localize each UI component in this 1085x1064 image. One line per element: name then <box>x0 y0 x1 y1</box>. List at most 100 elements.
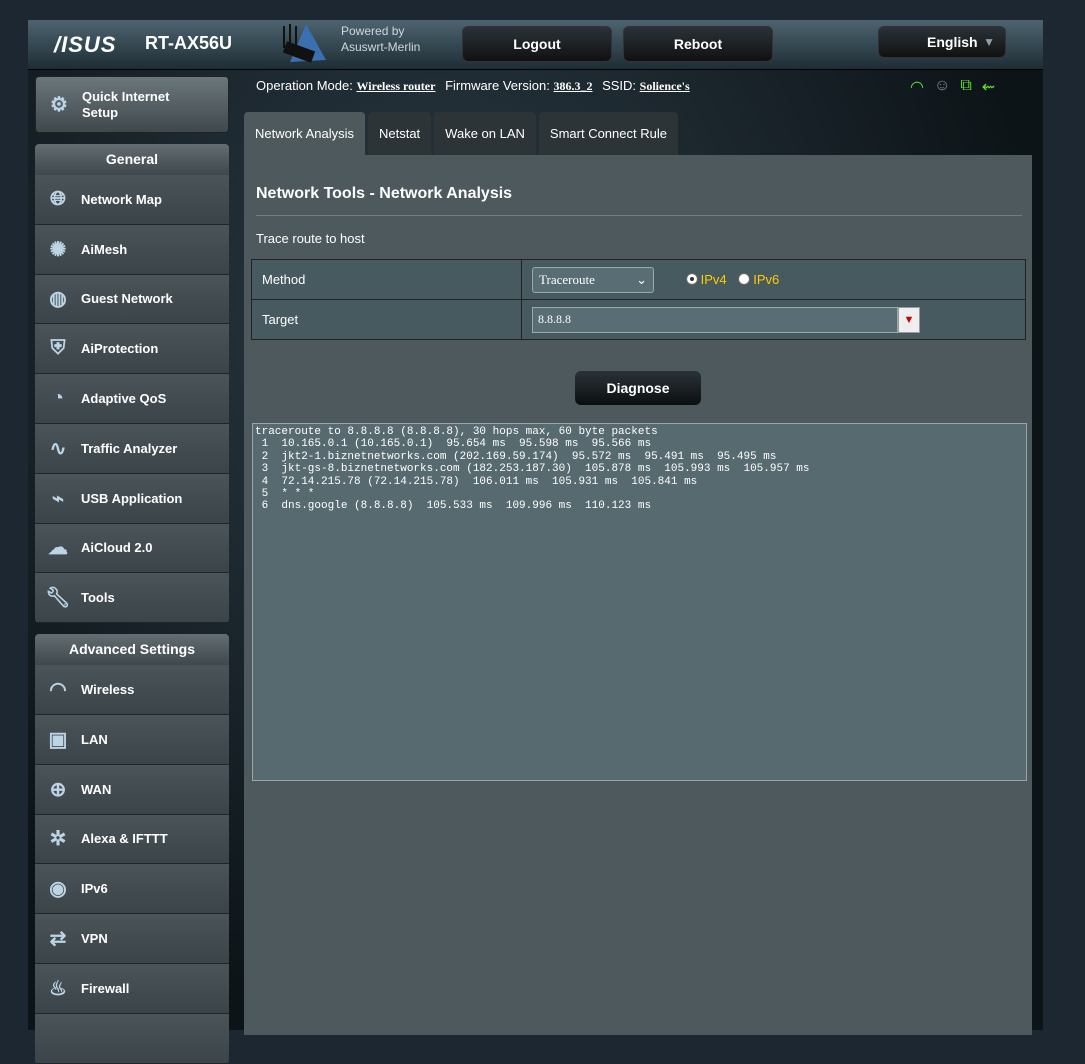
tab-netstat[interactable]: Netstat <box>367 112 432 155</box>
sidebar-item-traffic-analyzer[interactable]: ∿ Traffic Analyzer <box>35 423 229 474</box>
label: Wireless <box>81 682 135 698</box>
label: Firewall <box>81 980 130 996</box>
usb-drive-icon: ⌁ <box>51 487 65 510</box>
sidebar-item-vpn[interactable]: ⇄ VPN <box>35 914 229 964</box>
powered-by: Powered by Asuswrt-Merlin <box>341 23 420 55</box>
ipv6-label: IPv6 <box>753 271 780 287</box>
sidebar-item-adaptive-qos[interactable]: ◔ Adaptive QoS <box>35 374 229 424</box>
wifi-icon[interactable]: ◠ <box>910 77 924 97</box>
general-heading: General <box>35 144 229 175</box>
status-icons: ◠ ☺ ⧉ ⇜ <box>910 77 995 97</box>
label: LAN <box>81 731 108 747</box>
label: Network Map <box>81 191 162 207</box>
model-name: RT-AX56U <box>145 33 233 53</box>
globe-icon: 🌐︎ <box>50 187 66 210</box>
quick-setup-label: Quick Internet Setup <box>82 88 170 120</box>
gauge-icon: ◔ <box>51 387 65 410</box>
guest-globe-icon: ◍ <box>49 288 67 311</box>
label: VPN <box>81 931 108 947</box>
language-select[interactable]: English ▼ <box>878 26 1006 58</box>
method-select[interactable]: Traceroute ⌄ <box>532 266 654 293</box>
tab-smart-connect-rule[interactable]: Smart Connect Rule <box>538 112 678 155</box>
label: Alexa & IFTTT <box>81 831 168 847</box>
tab-network-analysis[interactable]: Network Analysis <box>244 112 365 155</box>
cloud-icon: ☁ <box>48 537 68 560</box>
op-mode-link[interactable]: Wireless router <box>356 79 435 93</box>
setup-gear-icon: ⚙ <box>50 93 68 116</box>
tab-wake-on-lan[interactable]: Wake on LAN <box>434 112 536 155</box>
chevron-down-icon: ⌄ <box>636 271 647 287</box>
label: USB Application <box>81 490 183 506</box>
result-textarea[interactable]: traceroute to 8.8.8.8 (8.8.8.8), 30 hops… <box>252 423 1027 781</box>
sidebar-item-wireless[interactable]: ◠ Wireless <box>35 665 229 715</box>
target-input[interactable]: 8.8.8.8 <box>532 306 898 333</box>
language-value: English <box>927 34 978 50</box>
sidebar-item-aimesh[interactable]: ✺ AiMesh <box>35 224 229 275</box>
sidebar-item-tools[interactable]: 🔧︎ Tools <box>35 573 229 624</box>
sidebar-item-aiprotection[interactable]: ⛨ AiProtection <box>35 324 229 375</box>
firmware-label: Firmware Version: <box>445 78 550 93</box>
ipv6-icon: ◉ <box>49 878 67 901</box>
sidebar-item-network-map[interactable]: 🌐︎ Network Map <box>35 175 229 225</box>
ipv6-radio[interactable]: IPv6 <box>738 272 779 287</box>
router-admin-window: /ISUS RT-AX56U Powered by Asuswrt-Merlin … <box>28 20 1043 1064</box>
main-panel: Network Tools - Network Analysis Trace r… <box>244 155 1032 1035</box>
alexa-icon: ✲ <box>49 828 67 851</box>
radio-icon <box>738 272 751 285</box>
advanced-menu: Advanced Settings ◠ Wireless ▣ LAN ⊕ WAN ✲ A… <box>35 634 229 1064</box>
target-dropdown-button[interactable]: ▼ <box>898 306 920 333</box>
vpn-monitor-icon: ⇄ <box>49 928 67 951</box>
wrench-icon: 🔧︎ <box>45 587 71 610</box>
divider <box>256 215 1022 216</box>
sidebar-item-aicloud[interactable]: ☁ AiCloud 2.0 <box>35 523 229 574</box>
shield-icon: ⛨ <box>50 337 66 360</box>
sidebar: ⚙ Quick Internet Setup General 🌐︎ Network … <box>35 76 229 1064</box>
usb-icon[interactable]: ⇜ <box>982 77 995 97</box>
label: AiMesh <box>81 241 128 257</box>
status-bar: Operation Mode: Wireless router Firmware… <box>256 78 696 94</box>
powered-by-label: Powered by <box>341 24 405 38</box>
sidebar-item-more[interactable] <box>35 1013 229 1064</box>
label: WAN <box>81 781 112 797</box>
method-label: Method <box>251 259 522 300</box>
chevron-down-icon: ▼ <box>983 35 995 49</box>
target-cell: 8.8.8.8 ▼ <box>521 299 1026 340</box>
devices-icon[interactable]: ⧉ <box>960 77 971 97</box>
sidebar-item-firewall[interactable]: ♨ Firewall <box>35 963 229 1014</box>
fire-icon: ♨ <box>49 977 67 1000</box>
asus-logo: /ISUS <box>54 32 117 57</box>
label: AiProtection <box>81 341 159 357</box>
advanced-heading: Advanced Settings <box>35 634 229 666</box>
sidebar-item-ipv6[interactable]: ◉ IPv6 <box>35 864 229 915</box>
pulse-icon: ∿ <box>49 437 67 460</box>
page-title: Network Tools - Network Analysis <box>256 185 513 202</box>
reboot-button[interactable]: Reboot <box>623 26 773 62</box>
sidebar-item-usb-application[interactable]: ⌁ USB Application <box>35 473 229 524</box>
section-subtitle: Trace route to host <box>256 231 365 246</box>
logout-button[interactable]: Logout <box>462 26 612 62</box>
clients-icon[interactable]: ☺ <box>934 77 950 97</box>
diagnose-button[interactable]: Diagnose <box>575 371 701 405</box>
general-menu: General 🌐︎ Network Map ✺ AiMesh ◍ Guest Net… <box>35 144 229 624</box>
sidebar-item-lan[interactable]: ▣ LAN <box>35 714 229 765</box>
sidebar-item-wan[interactable]: ⊕ WAN <box>35 764 229 815</box>
method-value: Traceroute <box>539 271 595 287</box>
firmware-link[interactable]: 386.3_2 <box>553 79 592 93</box>
label: Traffic Analyzer <box>81 440 178 456</box>
sidebar-item-alexa-ifttt[interactable]: ✲ Alexa & IFTTT <box>35 814 229 865</box>
ipv4-radio[interactable]: IPv4 <box>685 272 727 287</box>
method-row: Method Traceroute ⌄ IPv4 IPv6 <box>251 259 1026 300</box>
lan-icon: ▣ <box>48 728 68 751</box>
label: AiCloud 2.0 <box>81 540 153 556</box>
ssid-link[interactable]: Solience's <box>640 79 690 93</box>
label: Tools <box>81 590 115 606</box>
sidebar-item-guest-network[interactable]: ◍ Guest Network <box>35 274 229 325</box>
label: Adaptive QoS <box>81 391 167 407</box>
method-cell: Traceroute ⌄ IPv4 IPv6 <box>521 259 1026 300</box>
header: /ISUS RT-AX56U Powered by Asuswrt-Merlin … <box>28 20 1043 70</box>
label: Guest Network <box>81 291 173 307</box>
quick-internet-setup-button[interactable]: ⚙ Quick Internet Setup <box>35 76 229 133</box>
label: IPv6 <box>81 881 108 897</box>
op-mode-label: Operation Mode: <box>256 78 353 93</box>
mesh-icon: ✺ <box>49 238 67 261</box>
